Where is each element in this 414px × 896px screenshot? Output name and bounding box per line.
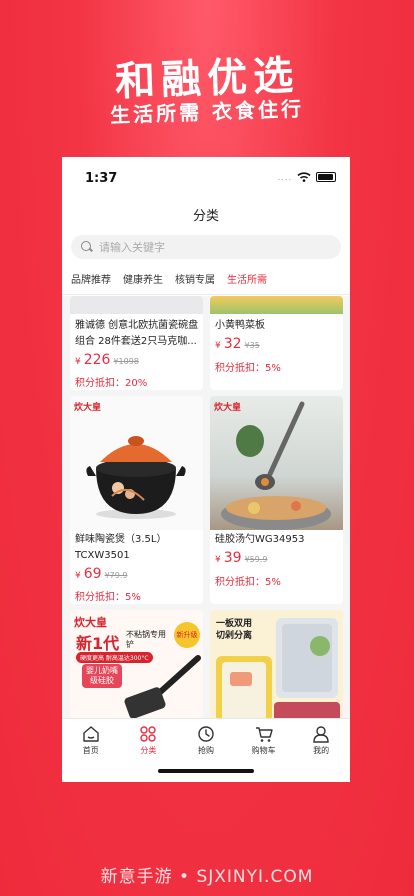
tabbar-label: 分类 — [140, 746, 157, 755]
search-bar[interactable] — [71, 235, 341, 259]
signal-icon: .... — [277, 172, 292, 182]
banner-badge: 婴儿奶嘴级硅胶 — [82, 664, 122, 688]
product-image — [70, 296, 203, 314]
points-deduction: 积分抵扣：5% — [75, 592, 141, 603]
tabbar-label: 首页 — [82, 746, 99, 755]
brand-logo: 炊大皇 — [214, 403, 242, 413]
tab-health[interactable]: 健康养生 — [123, 267, 163, 294]
price-currency: ¥ — [215, 341, 221, 351]
watermark: 新意手游 • SJXINYI.COM — [100, 867, 314, 887]
product-card[interactable]: 一板双用 切剁分离 — [210, 610, 343, 718]
product-price: 39 — [223, 550, 242, 566]
tabbar-label: 抢购 — [197, 746, 214, 755]
product-name: 硅胶汤勺WG34953 — [215, 534, 305, 545]
home-indicator — [158, 769, 254, 773]
original-price: ¥59.9 — [244, 555, 268, 564]
tab-brand[interactable]: 品牌推荐 — [71, 267, 111, 294]
product-image — [210, 296, 343, 314]
tabbar-profile[interactable]: 我的 — [292, 719, 350, 782]
search-icon — [81, 241, 93, 253]
product-image — [210, 396, 343, 530]
user-icon — [313, 726, 329, 743]
banner-headline: 新1代 — [76, 634, 120, 653]
spatula-image — [124, 655, 201, 718]
product-name: 雅诚德 创意北欧抗菌瓷碗盘组合 28件套送2只马克咖... — [75, 320, 199, 347]
brand-logo: 炊大皇 — [74, 616, 107, 629]
status-icons: .... — [278, 172, 336, 182]
original-price: ¥1098 — [113, 357, 139, 366]
tabbar-label: 购物车 — [251, 746, 276, 755]
original-price: ¥79.9 — [104, 571, 128, 580]
product-name: 鲜味陶瓷煲（3.5L）TCXW3501 — [75, 534, 167, 561]
product-name: 小黄鸭菜板 — [215, 320, 265, 331]
product-card[interactable]: 炊大皇 新1代 不粘锅专用铲 新升级 硬度更高 耐高温达300°C 婴儿奶嘴级硅… — [70, 610, 203, 718]
status-time: 1:37 — [85, 171, 118, 186]
clay-pot-image — [86, 436, 186, 519]
product-price: 226 — [83, 352, 111, 368]
search-input[interactable] — [99, 240, 319, 254]
tab-life[interactable]: 生活所需 — [227, 267, 267, 294]
cutting-board-image — [216, 618, 340, 718]
price-currency: ¥ — [75, 357, 81, 367]
product-price: 69 — [83, 566, 102, 582]
price-row: ¥226 ¥1098 — [75, 352, 139, 368]
product-card[interactable]: 雅诚德 创意北欧抗菌瓷碗盘组合 28件套送2只马克咖... ¥226 ¥1098 … — [70, 296, 203, 390]
price-currency: ¥ — [215, 555, 221, 565]
price-currency: ¥ — [75, 571, 81, 581]
cart-icon — [255, 727, 273, 742]
product-card[interactable]: 小黄鸭菜板 ¥32 ¥35 积分抵扣：5% — [210, 296, 343, 390]
points-deduction: 积分抵扣：20% — [75, 378, 148, 389]
status-bar: 1:37 .... — [62, 157, 350, 201]
category-tabs: 品牌推荐 健康养生 核销专属 生活所需 — [62, 267, 350, 295]
tabbar-home[interactable]: 首页 — [62, 719, 120, 782]
brand-logo: 炊大皇 — [74, 403, 102, 413]
product-card[interactable]: 炊大皇 硅胶汤勺WG34953 ¥39 ¥59.9 积分抵扣：5% — [210, 396, 343, 604]
original-price: ¥35 — [244, 341, 260, 350]
tab-redeem[interactable]: 核销专属 — [175, 267, 215, 294]
product-card[interactable]: 炊大皇 鲜味陶瓷煲（3.5L）TCXW3501 ¥69 ¥79.9 积分抵扣：5% — [70, 396, 203, 604]
home-icon — [83, 726, 99, 742]
product-image — [70, 396, 203, 530]
category-icon — [140, 726, 157, 742]
soup-ladle-image — [221, 401, 331, 530]
product-price: 32 — [223, 336, 242, 352]
page-title: 分类 — [192, 209, 219, 224]
product-grid: 雅诚德 创意北欧抗菌瓷碗盘组合 28件套送2只马克咖... ¥226 ¥1098 … — [62, 296, 350, 718]
price-row: ¥32 ¥35 — [215, 336, 260, 352]
wifi-icon — [297, 172, 311, 182]
points-deduction: 积分抵扣：5% — [215, 577, 281, 588]
price-row: ¥69 ¥79.9 — [75, 566, 127, 582]
phone-screen: 1:37 .... 分类 品牌推荐 健康养生 核销专属 生活所需 雅诚德 创意北… — [62, 157, 350, 782]
price-row: ¥39 ¥59.9 — [215, 550, 267, 566]
battery-icon — [316, 172, 336, 182]
upgrade-badge: 新升级 — [174, 622, 200, 648]
tabbar-label: 我的 — [313, 746, 330, 755]
points-deduction: 积分抵扣：5% — [215, 363, 281, 374]
banner-tag: 不粘锅专用铲 — [126, 630, 166, 649]
clock-icon — [198, 726, 214, 742]
